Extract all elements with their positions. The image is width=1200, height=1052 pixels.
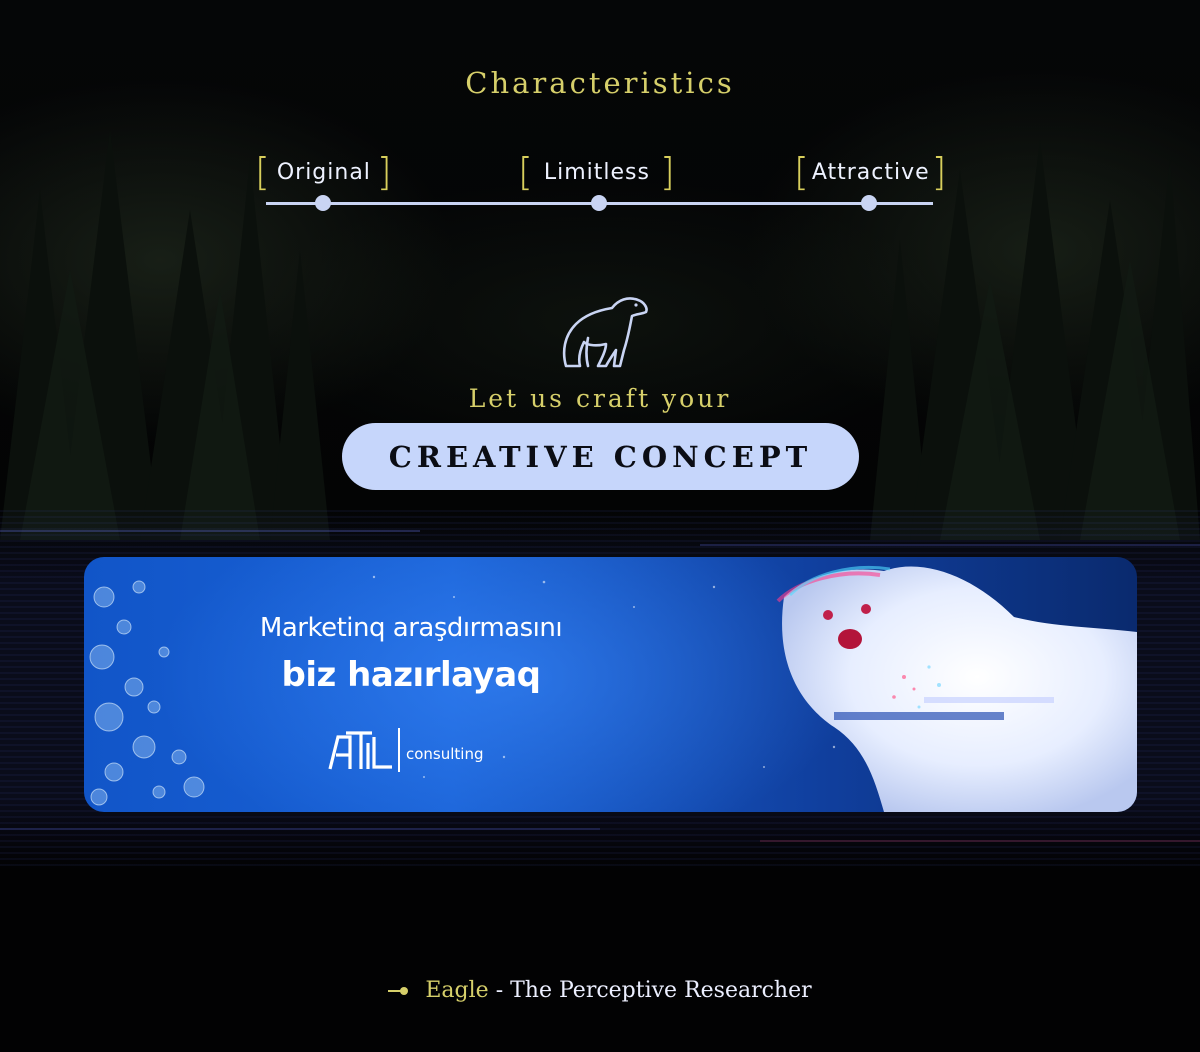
tagline: Let us craft your [468,384,732,413]
bracket-right: ] [376,150,393,194]
timeline-dot-attractive [861,195,877,211]
logo-consulting-text: consulting [406,745,484,763]
bracket-right: ] [659,150,676,194]
timeline-dot-limitless [591,195,607,211]
key-arrow-icon [388,987,409,995]
creative-concept-badge: CREATIVE CONCEPT [342,423,859,490]
characteristic-original: [ Original ] [255,152,393,192]
timeline-dot-original [315,195,331,211]
polar-bear-icon [562,297,648,368]
atl-logo: consulting [328,727,484,773]
characteristic-attractive: [ Attractive ] [794,152,948,192]
polar-bear-image [776,565,1137,812]
characteristic-label: Attractive [811,159,930,185]
characteristic-label: Original [276,159,371,185]
footer-credit: Eagle - The Perceptive Researcher [0,978,1200,1003]
bracket-left: [ [794,150,810,194]
characteristic-label: Limitless [543,159,650,185]
footer-name: Eagle [425,978,489,1003]
atl-banner: Marketinq araşdırmasını biz hazırlayaq c… [84,557,1137,812]
banner-subheadline: biz hazırlayaq [281,655,541,695]
characteristic-limitless: [ Limitless ] [518,152,676,192]
atl-logo-mark [328,731,392,770]
bracket-right: ] [931,150,948,194]
bracket-left: [ [518,150,534,194]
page-title: Characteristics [465,66,735,100]
logo-separator [398,728,400,772]
footer-description: - The Perceptive Researcher [488,978,812,1003]
banner-headline: Marketinq araşdırmasını [259,613,563,643]
bracket-left: [ [255,150,271,194]
